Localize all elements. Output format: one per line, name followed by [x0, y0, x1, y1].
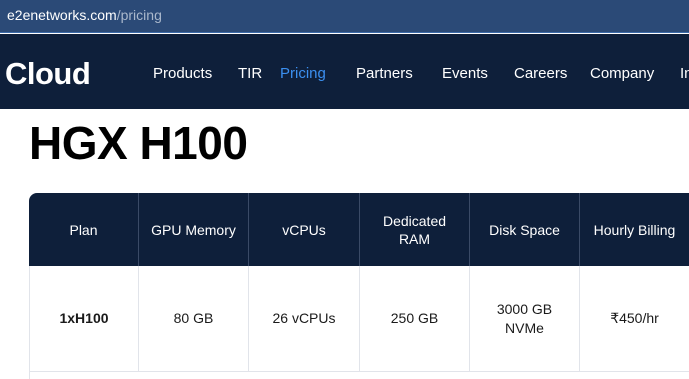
- table-body: 1xH100 80 GB 26 vCPUs 250 GB 3000 GB NVM…: [29, 266, 689, 379]
- table-header-row: Plan GPU Memory vCPUs Dedicated RAM Disk…: [29, 193, 689, 266]
- column-header-vcpus: vCPUs: [249, 193, 360, 266]
- column-header-hourly-billing: Hourly Billing: [580, 193, 689, 266]
- brand-logo[interactable]: Cloud: [5, 56, 91, 92]
- cell-disk-space: 3000 GB NVMe: [470, 266, 580, 372]
- nav-item-tir[interactable]: TIR: [238, 65, 262, 82]
- nav-item-partners[interactable]: Partners: [356, 65, 413, 82]
- column-header-plan: Plan: [29, 193, 139, 266]
- nav-item-products[interactable]: Products: [153, 65, 212, 82]
- page-title: HGX H100: [29, 117, 248, 169]
- nav-item-investors[interactable]: In: [680, 65, 689, 82]
- column-header-disk-space: Disk Space: [470, 193, 580, 266]
- url-path: /pricing: [116, 7, 162, 23]
- cell-hourly-billing: ₹450/hr: [580, 266, 689, 372]
- top-navigation: Cloud Products TIR Pricing Partners Even…: [0, 34, 689, 109]
- cell-plan: 1xH100: [30, 266, 139, 372]
- cell-dedicated-ram: 250 GB: [360, 266, 470, 372]
- cell-gpu-memory: 80 GB: [139, 266, 249, 372]
- column-header-gpu-memory: GPU Memory: [139, 193, 249, 266]
- cell-vcpus: 26 vCPUs: [249, 266, 360, 372]
- column-header-dedicated-ram: Dedicated RAM: [360, 193, 470, 266]
- nav-item-company[interactable]: Company: [590, 65, 654, 82]
- url-text[interactable]: e2enetworks.com/pricing: [7, 7, 162, 23]
- browser-address-bar[interactable]: e2enetworks.com/pricing: [0, 0, 689, 33]
- nav-item-pricing[interactable]: Pricing: [280, 65, 326, 82]
- url-host: e2enetworks.com: [7, 7, 117, 23]
- nav-item-events[interactable]: Events: [442, 65, 488, 82]
- nav-item-careers[interactable]: Careers: [514, 65, 567, 82]
- pricing-table: Plan GPU Memory vCPUs Dedicated RAM Disk…: [29, 193, 689, 379]
